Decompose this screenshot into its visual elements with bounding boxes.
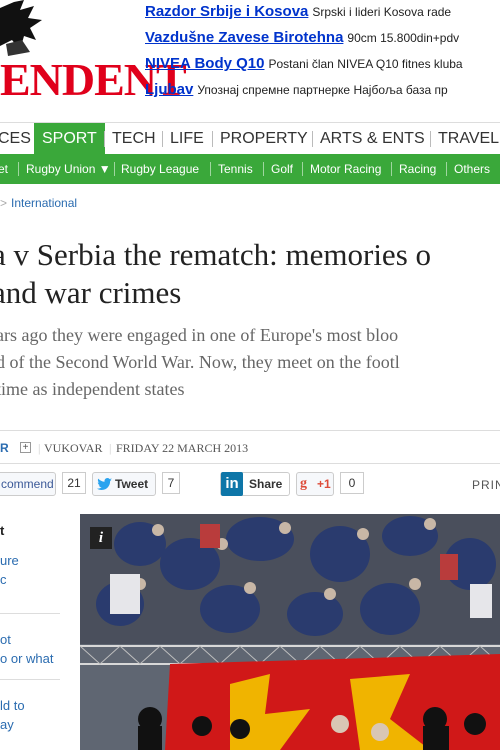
byline-date: FRIDAY 22 MARCH 2013 bbox=[116, 441, 249, 455]
facebook-recommend-button[interactable]: commend bbox=[0, 472, 56, 496]
subnav-divider bbox=[263, 162, 264, 176]
crowd-riot-image bbox=[80, 514, 500, 750]
nav-item-tech[interactable]: TECH bbox=[112, 123, 156, 155]
subnav-divider bbox=[391, 162, 392, 176]
nav-divider bbox=[312, 131, 313, 147]
image-info-icon[interactable]: i bbox=[90, 527, 112, 549]
gplus-count: 0 bbox=[340, 472, 364, 494]
author-name[interactable]: R bbox=[0, 431, 9, 465]
print-link[interactable]: PRIN bbox=[472, 478, 500, 492]
subnav-divider bbox=[210, 162, 211, 176]
article-standfirst: ars ago they were engaged in one of Euro… bbox=[0, 325, 400, 399]
subnav-item-rugby-league[interactable]: Rugby League bbox=[121, 154, 199, 184]
subnav-divider bbox=[446, 162, 447, 176]
ad-item[interactable]: NIVEA Body Q10 Postani član NIVEA Q10 fit… bbox=[145, 52, 500, 78]
byline-divider: | bbox=[38, 441, 41, 455]
nav-item-arts-ents[interactable]: ARTS & ENTS bbox=[320, 123, 425, 155]
sport-sub-nav: et Rugby Union ▼ Rugby League Tennis Gol… bbox=[0, 154, 500, 184]
article-headline: a v Serbia the rematch: memories o and w… bbox=[0, 237, 432, 310]
sidebar-item[interactable]: ure c bbox=[0, 543, 60, 613]
article-photo[interactable] bbox=[80, 514, 500, 750]
masthead: ENDENT Razdor Srbije i Kosova Srpski i li… bbox=[0, 0, 500, 120]
byline-divider: | bbox=[109, 441, 112, 455]
recommend-count: 21 bbox=[62, 472, 86, 494]
ad-item[interactable]: Ljubav Упознај спремне партнерке Најбоља … bbox=[145, 78, 500, 104]
sidebar-item[interactable]: ot o or what bbox=[0, 613, 60, 679]
subnav-item-others[interactable]: Others bbox=[454, 154, 490, 184]
byline: R + | VUKOVAR | FRIDAY 22 MARCH 2013 bbox=[0, 430, 500, 464]
tweet-count: 7 bbox=[162, 472, 180, 494]
tweet-button[interactable]: Tweet bbox=[92, 472, 156, 496]
nav-item-property[interactable]: PROPERTY bbox=[220, 123, 308, 155]
breadcrumb-arrow: > bbox=[0, 196, 8, 210]
subnav-divider bbox=[302, 162, 303, 176]
ad-item[interactable]: Razdor Srbije i Kosova Srpski i lideri Ko… bbox=[145, 0, 500, 26]
nav-item-sport[interactable]: SPORT bbox=[34, 123, 105, 155]
social-share-bar: commend 21 Tweet 7 in Share g +1 0 PRIN bbox=[0, 470, 500, 500]
follow-author-plus-icon[interactable]: + bbox=[20, 442, 31, 453]
nav-item-finances[interactable]: CES bbox=[0, 123, 31, 155]
sidebar-heading: t bbox=[0, 523, 5, 538]
nav-divider bbox=[430, 131, 431, 147]
breadcrumb-international[interactable]: International bbox=[11, 196, 77, 210]
sidebar-item[interactable]: ld to ay bbox=[0, 679, 60, 749]
nav-divider bbox=[104, 131, 105, 147]
google-plus-one-button[interactable]: g +1 bbox=[296, 472, 334, 496]
google-g-icon: g bbox=[300, 476, 307, 491]
main-nav: CES SPORT TECH LIFE PROPERTY ARTS & ENTS… bbox=[0, 122, 500, 155]
linkedin-share-button[interactable]: in Share bbox=[220, 472, 290, 496]
chevron-down-icon: ▼ bbox=[98, 162, 111, 176]
nav-item-life[interactable]: LIFE bbox=[170, 123, 204, 155]
ad-item[interactable]: Vazdušne Zavese Birotehna 90cm 15.800din+… bbox=[145, 26, 500, 52]
subnav-divider bbox=[18, 162, 19, 176]
nav-item-travel[interactable]: TRAVEL bbox=[438, 123, 499, 155]
nav-divider bbox=[162, 131, 163, 147]
twitter-bird-icon bbox=[97, 478, 112, 490]
subnav-item-golf[interactable]: Golf bbox=[271, 154, 293, 184]
subnav-item-tennis[interactable]: Tennis bbox=[218, 154, 253, 184]
ad-links: Razdor Srbije i Kosova Srpski i lideri Ko… bbox=[145, 0, 500, 104]
subnav-item-rugby-union[interactable]: Rugby Union ▼ bbox=[26, 154, 111, 184]
eagle-logo-icon bbox=[0, 0, 42, 56]
nav-divider bbox=[212, 131, 213, 147]
subnav-divider bbox=[114, 162, 115, 176]
breadcrumb: > International bbox=[0, 196, 77, 210]
subnav-item-racing[interactable]: Racing bbox=[399, 154, 436, 184]
subnav-item-motor-racing[interactable]: Motor Racing bbox=[310, 154, 381, 184]
subnav-item-cricket[interactable]: et bbox=[0, 154, 8, 184]
linkedin-icon: in bbox=[221, 472, 243, 496]
byline-location: VUKOVAR bbox=[44, 441, 103, 455]
